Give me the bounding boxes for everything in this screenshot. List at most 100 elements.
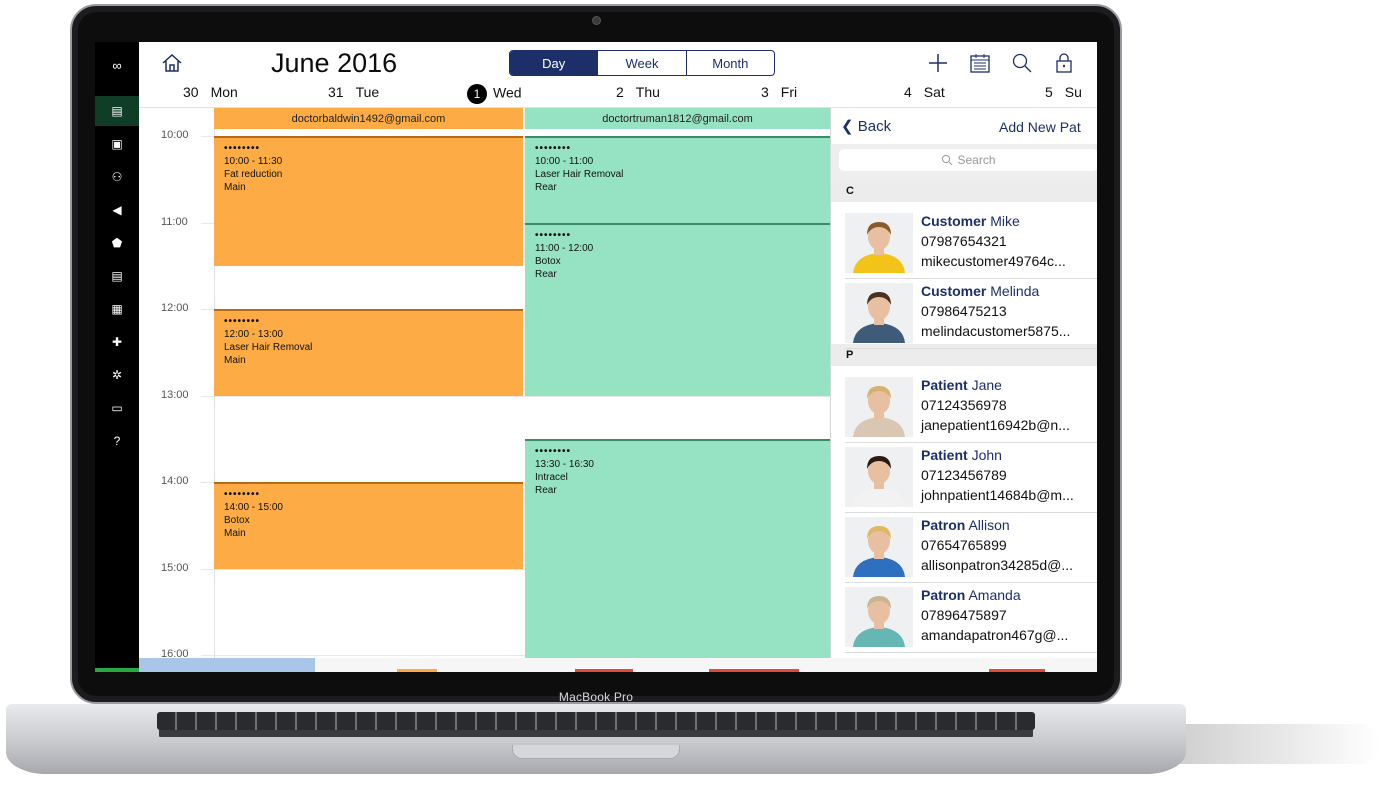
- contact-row[interactable]: Patient John 07123456789 johnpatient14684b…: [845, 443, 1097, 513]
- strip-mark: [575, 669, 633, 672]
- appointment-room: Rear: [535, 484, 557, 496]
- contact-name: Patient John: [921, 447, 1002, 463]
- chart-icon[interactable]: ▦: [95, 294, 139, 324]
- time-label: 14:00: [161, 475, 189, 487]
- gear-icon[interactable]: ✲: [95, 360, 139, 390]
- search-bar: Search: [831, 144, 1097, 180]
- column-header-doctor-truman[interactable]: doctortruman1812@gmail.com: [525, 108, 830, 129]
- day-su[interactable]: 5 Su: [1045, 84, 1082, 100]
- home-icon[interactable]: [161, 52, 187, 78]
- laptop-trackpad: [512, 745, 680, 759]
- contact-first-name: Patron: [921, 587, 966, 603]
- appointment-block[interactable]: •••••••• 10:00 - 11:00 Laser Hair Removal R…: [525, 136, 830, 223]
- column-header-doctor-baldwin[interactable]: doctorbaldwin1492@gmail.com: [214, 108, 523, 129]
- avatar: [845, 587, 913, 647]
- laptop-brand-label: MacBook Pro: [558, 690, 634, 704]
- basket-icon[interactable]: ⬟: [95, 228, 139, 258]
- calendar-header: June 2016 Day Week Month 30 Mon 31 Tue 1 Wed 2…: [139, 42, 1097, 108]
- add-new-patient-button[interactable]: Add New Pat: [999, 119, 1081, 135]
- strip-mark: [709, 669, 799, 672]
- appointment-dots: ••••••••: [224, 143, 261, 154]
- avatar: [845, 213, 913, 273]
- day-schedule: doctorbaldwin1492@gmail.com doctortruman…: [139, 108, 830, 672]
- contact-last-name: Melinda: [990, 283, 1040, 299]
- day-name: Wed: [493, 84, 522, 101]
- add-icon[interactable]: [925, 50, 951, 76]
- appointment-dots: ••••••••: [224, 316, 261, 327]
- avatar: [845, 283, 913, 343]
- calendar-icon[interactable]: ▤: [95, 96, 139, 126]
- appointment-block[interactable]: •••••••• 14:00 - 15:00 Botox Main: [214, 482, 523, 569]
- appointment-block[interactable]: •••••••• 10:00 - 11:30 Fat reduction Main: [214, 136, 523, 266]
- day-number: 5: [1045, 84, 1053, 100]
- help-icon[interactable]: ?: [95, 426, 139, 456]
- contact-email: johnpatient14684b@m...: [921, 487, 1074, 503]
- contact-row[interactable]: Patient Jane 07124356978 janepatient16942b…: [845, 373, 1097, 443]
- appointment-time: 10:00 - 11:30: [224, 156, 283, 167]
- day-wed[interactable]: 1 Wed: [467, 84, 522, 104]
- day-number: 2: [616, 84, 624, 100]
- contact-first-name: Patient: [921, 447, 968, 463]
- week-day-strip: 30 Mon 31 Tue 1 Wed 2 Thu 3 Fri 4 Sat 5 Su: [139, 84, 1097, 106]
- calendar-grid-icon[interactable]: [967, 50, 993, 76]
- page-title: June 2016: [271, 48, 397, 79]
- contact-name: Patron Allison: [921, 517, 1010, 533]
- day-tue[interactable]: 31 Tue: [328, 84, 379, 100]
- time-label: 13:00: [161, 388, 189, 401]
- camera-icon: [593, 17, 600, 24]
- appointment-block[interactable]: •••••••• 11:00 - 12:00 Botox Rear: [525, 222, 830, 396]
- section-header: C: [831, 180, 1097, 202]
- day-name: Mon: [210, 84, 238, 100]
- lock-icon[interactable]: [1051, 50, 1077, 76]
- contact-first-name: Customer: [921, 213, 987, 229]
- tab-day[interactable]: Day: [510, 51, 599, 75]
- tab-month[interactable]: Month: [687, 51, 774, 75]
- time-label: 10:00: [161, 129, 189, 141]
- document-icon[interactable]: ▤: [95, 261, 139, 291]
- contact-name: Customer Mike: [921, 213, 1020, 229]
- contact-email: allisonpatron34285d@...: [921, 557, 1073, 573]
- contact-row[interactable]: Customer Melinda 07986475213 melindacustom…: [845, 279, 1097, 349]
- search-icon: [942, 154, 953, 166]
- day-name: Sat: [923, 84, 945, 100]
- search-icon[interactable]: [1009, 50, 1035, 76]
- contact-row[interactable]: Patron Amanda 07896475897 amandapatron467g…: [845, 583, 1097, 653]
- contact-last-name: Amanda: [968, 587, 1021, 603]
- contact-phone: 07654765899: [921, 537, 1007, 553]
- day-sat[interactable]: 4 Sat: [904, 84, 945, 100]
- day-fri[interactable]: 3 Fri: [761, 84, 797, 100]
- app-screen: ∞ ▤ ▣ ⚇ ◀ ⬟ ▤ ▦ ✚ ✲ ▭? June 2016 Day Week Month: [95, 42, 1097, 672]
- message-icon[interactable]: ▭: [95, 393, 139, 423]
- avatar: [845, 517, 913, 577]
- sidebar-accent: [95, 668, 139, 672]
- appointment-block[interactable]: •••••••• 13:30 - 16:30 Intracel Rear: [525, 438, 830, 672]
- contact-row[interactable]: Customer Mike 07987654321 mikecustomer4976…: [845, 209, 1097, 279]
- appointment-block[interactable]: •••••••• 12:00 - 13:00 Laser Hair Removal M…: [214, 309, 523, 396]
- app-logo-icon[interactable]: ∞: [95, 50, 139, 80]
- users-icon[interactable]: ⚇: [95, 162, 139, 192]
- appointment-room: Main: [224, 182, 246, 193]
- hour-gridline: [201, 395, 830, 397]
- appointment-room: Main: [224, 528, 246, 539]
- day-name: Tue: [355, 84, 380, 100]
- appointment-treatment: Fat reduction: [224, 169, 283, 180]
- day-name: Thu: [635, 84, 660, 100]
- day-thu[interactable]: 2 Thu: [616, 84, 660, 100]
- contact-name: Patient Jane: [921, 377, 1002, 393]
- day-number: 1: [467, 84, 487, 104]
- contact-email: amandapatron467g@...: [921, 627, 1069, 643]
- contact-row[interactable]: Patron Allison 07654765899 allisonpatron34…: [845, 513, 1097, 583]
- appointment-time: 13:30 - 16:30: [535, 458, 594, 470]
- day-name: Su: [1064, 84, 1082, 100]
- search-input[interactable]: Search: [839, 149, 1097, 171]
- appointment-treatment: Laser Hair Removal: [535, 169, 624, 180]
- back-button[interactable]: ❮ Back: [841, 117, 891, 135]
- appointment-dots: ••••••••: [535, 143, 572, 154]
- tab-week[interactable]: Week: [598, 51, 687, 75]
- contact-phone: 07986475213: [921, 303, 1007, 319]
- appointment-time: 12:00 - 13:00: [224, 329, 283, 340]
- puzzle-icon[interactable]: ✚: [95, 327, 139, 357]
- day-mon[interactable]: 30 Mon: [183, 84, 238, 100]
- calendar-day-icon[interactable]: ▣: [95, 129, 139, 159]
- megaphone-icon[interactable]: ◀: [95, 195, 139, 225]
